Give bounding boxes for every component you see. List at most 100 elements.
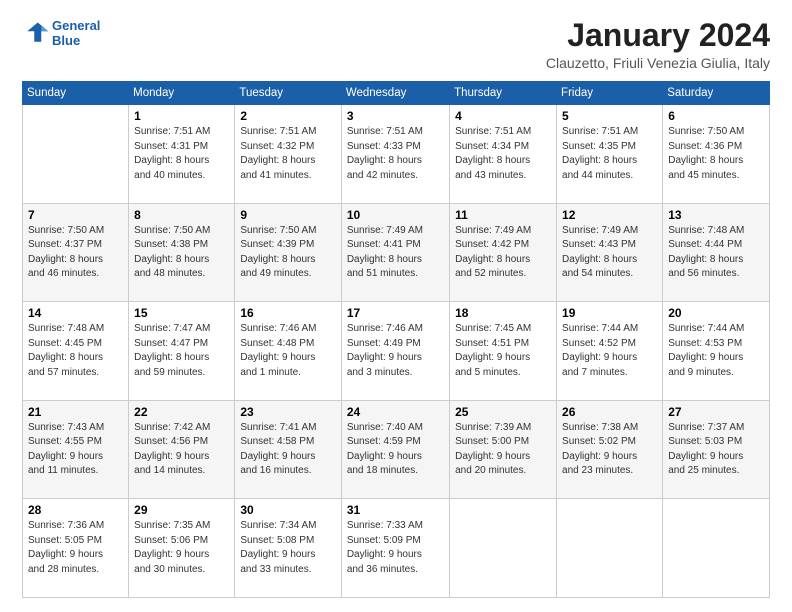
day-info: Sunrise: 7:49 AMSunset: 4:43 PMDaylight:… [562,224,657,282]
day-info: Sunrise: 7:50 AMSunset: 4:38 PMDaylight:… [134,224,229,282]
day-cell: 26 Sunrise: 7:38 AMSunset: 5:02 PMDayligh… [557,400,663,499]
day-number: 11 [455,208,551,222]
day-number: 31 [347,503,444,517]
day-number: 6 [668,109,764,123]
day-number: 21 [28,405,123,419]
header-row: SundayMondayTuesdayWednesdayThursdayFrid… [23,82,770,105]
day-number: 9 [240,208,335,222]
day-number: 20 [668,306,764,320]
day-number: 17 [347,306,444,320]
week-row-5: 28 Sunrise: 7:36 AMSunset: 5:05 PMDayligh… [23,499,770,598]
header-cell-sunday: Sunday [23,82,129,105]
day-info: Sunrise: 7:46 AMSunset: 4:49 PMDaylight:… [347,322,444,380]
day-cell: 25 Sunrise: 7:39 AMSunset: 5:00 PMDayligh… [450,400,557,499]
day-info: Sunrise: 7:49 AMSunset: 4:42 PMDaylight:… [455,224,551,282]
calendar-table: SundayMondayTuesdayWednesdayThursdayFrid… [22,81,770,598]
header-cell-wednesday: Wednesday [341,82,449,105]
day-number: 7 [28,208,123,222]
day-cell: 3Sunrise: 7:51 AMSunset: 4:33 PMDaylight… [341,105,449,204]
day-info: Sunrise: 7:51 AMSunset: 4:35 PMDaylight:… [562,125,657,183]
day-cell: 6 Sunrise: 7:50 AMSunset: 4:36 PMDaylight… [663,105,770,204]
day-info: Sunrise: 7:49 AMSunset: 4:41 PMDaylight:… [347,224,444,282]
day-cell: 21Sunrise: 7:43 AMSunset: 4:55 PMDayligh… [23,400,129,499]
day-cell [23,105,129,204]
header-cell-friday: Friday [557,82,663,105]
day-info: Sunrise: 7:44 AMSunset: 4:52 PMDaylight:… [562,322,657,380]
week-row-3: 14 Sunrise: 7:48 AMSunset: 4:45 PMDayligh… [23,302,770,401]
day-info: Sunrise: 7:39 AMSunset: 5:00 PMDaylight:… [455,421,551,479]
day-number: 12 [562,208,657,222]
day-info: Sunrise: 7:38 AMSunset: 5:02 PMDaylight:… [562,421,657,479]
day-info: Sunrise: 7:44 AMSunset: 4:53 PMDaylight:… [668,322,764,380]
day-cell: 29 Sunrise: 7:35 AMSunset: 5:06 PMDayligh… [129,499,235,598]
day-number: 5 [562,109,657,123]
day-info: Sunrise: 7:48 AMSunset: 4:44 PMDaylight:… [668,224,764,282]
day-cell: 14 Sunrise: 7:48 AMSunset: 4:45 PMDayligh… [23,302,129,401]
day-number: 23 [240,405,335,419]
day-cell: 19 Sunrise: 7:44 AMSunset: 4:52 PMDayligh… [557,302,663,401]
day-cell: 17 Sunrise: 7:46 AMSunset: 4:49 PMDayligh… [341,302,449,401]
day-number: 18 [455,306,551,320]
logo: General Blue [22,18,100,48]
day-cell: 13 Sunrise: 7:48 AMSunset: 4:44 PMDayligh… [663,203,770,302]
week-row-1: 1 Sunrise: 7:51 AMSunset: 4:31 PMDaylight… [23,105,770,204]
day-number: 4 [455,109,551,123]
day-info: Sunrise: 7:35 AMSunset: 5:06 PMDaylight:… [134,519,229,577]
day-number: 22 [134,405,229,419]
day-cell: 16 Sunrise: 7:46 AMSunset: 4:48 PMDayligh… [235,302,341,401]
month-title: January 2024 [546,18,770,53]
day-number: 26 [562,405,657,419]
day-cell: 23 Sunrise: 7:41 AMSunset: 4:58 PMDayligh… [235,400,341,499]
day-info: Sunrise: 7:48 AMSunset: 4:45 PMDaylight:… [28,322,123,380]
header-cell-monday: Monday [129,82,235,105]
day-cell: 12 Sunrise: 7:49 AMSunset: 4:43 PMDayligh… [557,203,663,302]
day-number: 25 [455,405,551,419]
week-row-4: 21Sunrise: 7:43 AMSunset: 4:55 PMDayligh… [23,400,770,499]
day-info: Sunrise: 7:47 AMSunset: 4:47 PMDaylight:… [134,322,229,380]
day-number: 29 [134,503,229,517]
day-cell: 4 Sunrise: 7:51 AMSunset: 4:34 PMDaylight… [450,105,557,204]
day-cell [663,499,770,598]
day-cell: 7 Sunrise: 7:50 AMSunset: 4:37 PMDaylight… [23,203,129,302]
day-cell: 18Sunrise: 7:45 AMSunset: 4:51 PMDayligh… [450,302,557,401]
day-info: Sunrise: 7:51 AMSunset: 4:32 PMDaylight:… [240,125,335,183]
day-info: Sunrise: 7:50 AMSunset: 4:37 PMDaylight:… [28,224,123,282]
title-section: January 2024 Clauzetto, Friuli Venezia G… [546,18,770,71]
day-info: Sunrise: 7:41 AMSunset: 4:58 PMDaylight:… [240,421,335,479]
day-cell: 1 Sunrise: 7:51 AMSunset: 4:31 PMDaylight… [129,105,235,204]
day-info: Sunrise: 7:42 AMSunset: 4:56 PMDaylight:… [134,421,229,479]
location-title: Clauzetto, Friuli Venezia Giulia, Italy [546,55,770,71]
day-number: 27 [668,405,764,419]
calendar-page: General Blue January 2024 Clauzetto, Fri… [0,0,792,612]
day-info: Sunrise: 7:36 AMSunset: 5:05 PMDaylight:… [28,519,123,577]
day-number: 19 [562,306,657,320]
day-number: 10 [347,208,444,222]
day-number: 15 [134,306,229,320]
day-cell: 15 Sunrise: 7:47 AMSunset: 4:47 PMDayligh… [129,302,235,401]
day-cell: 11 Sunrise: 7:49 AMSunset: 4:42 PMDayligh… [450,203,557,302]
header-cell-saturday: Saturday [663,82,770,105]
day-number: 14 [28,306,123,320]
day-info: Sunrise: 7:34 AMSunset: 5:08 PMDaylight:… [240,519,335,577]
day-info: Sunrise: 7:51 AMSunset: 4:34 PMDaylight:… [455,125,551,183]
header-cell-tuesday: Tuesday [235,82,341,105]
day-number: 2 [240,109,335,123]
day-info: Sunrise: 7:40 AMSunset: 4:59 PMDaylight:… [347,421,444,479]
logo-icon [22,19,50,47]
header: General Blue January 2024 Clauzetto, Fri… [22,18,770,71]
day-number: 24 [347,405,444,419]
logo-text: General Blue [52,18,100,48]
day-number: 28 [28,503,123,517]
day-info: Sunrise: 7:50 AMSunset: 4:36 PMDaylight:… [668,125,764,183]
day-number: 16 [240,306,335,320]
day-info: Sunrise: 7:51 AMSunset: 4:31 PMDaylight:… [134,125,229,183]
day-cell [557,499,663,598]
day-cell: 24 Sunrise: 7:40 AMSunset: 4:59 PMDayligh… [341,400,449,499]
day-number: 13 [668,208,764,222]
day-cell: 30 Sunrise: 7:34 AMSunset: 5:08 PMDayligh… [235,499,341,598]
day-cell: 28 Sunrise: 7:36 AMSunset: 5:05 PMDayligh… [23,499,129,598]
day-number: 1 [134,109,229,123]
week-row-2: 7 Sunrise: 7:50 AMSunset: 4:37 PMDaylight… [23,203,770,302]
day-info: Sunrise: 7:46 AMSunset: 4:48 PMDaylight:… [240,322,335,380]
day-number: 30 [240,503,335,517]
